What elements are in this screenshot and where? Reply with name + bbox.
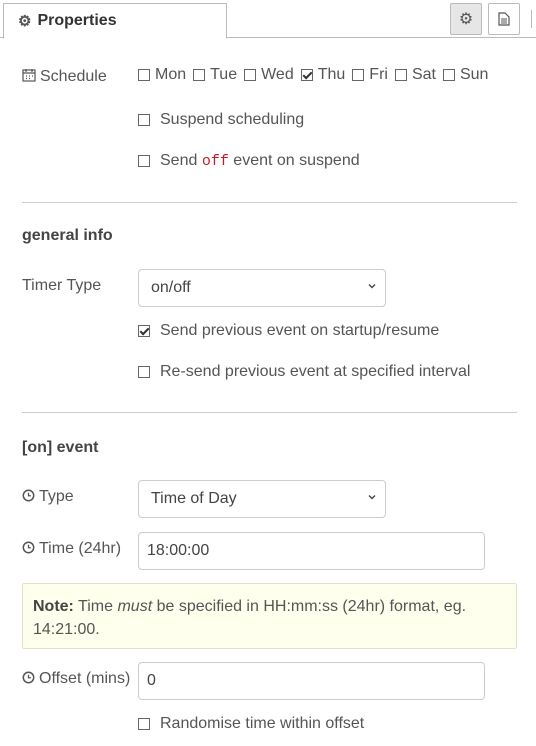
chevron-down-icon <box>367 492 377 505</box>
time-format-note: Note: Time must be specified in HH:mm:ss… <box>22 583 517 649</box>
day-checkbox[interactable] <box>352 69 365 81</box>
suspend-scheduling-checkbox[interactable] <box>138 114 150 126</box>
resend-interval-option[interactable]: Re-send previous event at specified inte… <box>138 363 470 381</box>
send-previous-checkbox[interactable] <box>138 325 150 337</box>
tab-properties[interactable]: ⚙ Properties <box>3 3 227 39</box>
suspend-scheduling-option[interactable]: Suspend scheduling <box>138 111 304 129</box>
clock-icon <box>22 671 35 688</box>
tab-scroll-stub[interactable] <box>531 10 536 28</box>
day-tue[interactable]: Tue <box>193 66 237 84</box>
day-sat[interactable]: Sat <box>394 66 436 84</box>
tab-label: Properties <box>37 12 117 29</box>
day-fri[interactable]: Fri <box>352 66 388 84</box>
tab-bar: ⚙ Properties ⚙ <box>0 0 536 39</box>
send-off-on-suspend-option[interactable]: Send off event on suspend <box>138 152 360 170</box>
day-wed[interactable]: Wed <box>244 66 294 84</box>
day-mon[interactable]: Mon <box>138 66 186 84</box>
resend-interval-checkbox[interactable] <box>138 366 150 378</box>
off-code: off <box>201 152 229 170</box>
day-checkbox[interactable] <box>300 69 313 81</box>
day-checkbox[interactable] <box>244 69 257 81</box>
schedule-label: Schedule <box>22 68 107 86</box>
schedule-days: Mon Tue Wed Thu Fri Sat Sun <box>138 66 495 84</box>
settings-button[interactable]: ⚙ <box>450 3 482 35</box>
timer-type-select[interactable]: on/off <box>138 269 386 307</box>
day-thu[interactable]: Thu <box>300 66 345 84</box>
description-button[interactable] <box>488 3 520 35</box>
offset-input[interactable]: 0 <box>138 662 485 700</box>
send-previous-on-startup-option[interactable]: Send previous event on startup/resume <box>138 322 439 340</box>
day-checkbox[interactable] <box>442 69 455 81</box>
type-label: Type <box>22 488 74 506</box>
randomise-offset-option[interactable]: Randomise time within offset <box>138 715 364 733</box>
gear-icon: ⚙ <box>18 13 32 30</box>
divider <box>22 202 517 203</box>
general-info-heading: general info <box>22 227 113 244</box>
day-checkbox[interactable] <box>193 69 206 81</box>
day-checkbox[interactable] <box>394 69 407 81</box>
day-checkbox[interactable] <box>138 69 150 81</box>
send-off-checkbox[interactable] <box>138 155 150 167</box>
clock-icon <box>22 489 35 506</box>
time-label: Time (24hr) <box>22 540 121 558</box>
divider <box>22 412 517 413</box>
gear-icon: ⚙ <box>458 11 474 28</box>
offset-label: Offset (mins) <box>22 670 130 688</box>
timer-type-label: Timer Type <box>22 277 102 294</box>
randomise-checkbox[interactable] <box>138 718 150 730</box>
time-input[interactable]: 18:00:00 <box>138 532 485 570</box>
clock-icon <box>22 541 35 558</box>
chevron-down-icon <box>367 281 377 294</box>
calendar-icon <box>22 68 36 86</box>
file-icon <box>498 12 510 26</box>
event-type-select[interactable]: Time of Day <box>138 480 386 518</box>
on-event-heading: [on] event <box>22 439 99 456</box>
day-sun[interactable]: Sun <box>442 66 488 84</box>
